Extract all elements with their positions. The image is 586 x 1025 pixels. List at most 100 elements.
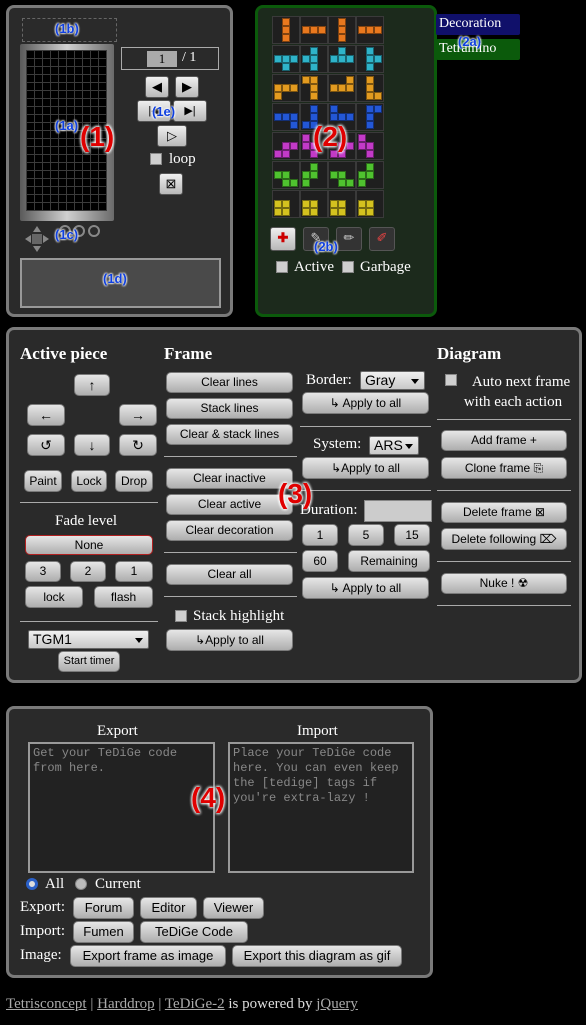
palette-piece-cell[interactable] xyxy=(356,161,384,189)
piece-block xyxy=(330,208,338,216)
stack-highlight-checkbox[interactable] xyxy=(175,610,187,622)
tab-decoration[interactable]: Decoration xyxy=(436,14,520,35)
palette-piece-cell[interactable] xyxy=(356,190,384,218)
fade-2-button[interactable]: 2 xyxy=(70,561,106,582)
fade-1-button[interactable]: 1 xyxy=(115,561,153,582)
palette-piece-cell[interactable] xyxy=(272,16,300,44)
system-apply-button[interactable]: ↳Apply to all xyxy=(302,457,429,479)
delete-frame-button[interactable]: Delete frame ⊠ xyxy=(441,502,567,523)
palette-piece-cell[interactable] xyxy=(300,16,328,44)
rotate-ccw-button[interactable]: ↺ xyxy=(27,434,65,456)
palette-piece-cell[interactable] xyxy=(328,74,356,102)
palette-piece-cell[interactable] xyxy=(356,132,384,160)
palette-piece-cell[interactable] xyxy=(272,45,300,73)
delete-following-button[interactable]: Delete following ⌦ xyxy=(441,528,567,550)
duration-60-button[interactable]: 60 xyxy=(302,550,338,572)
move-right-button[interactable]: → xyxy=(119,404,157,426)
add-frame-button[interactable]: Add frame + xyxy=(441,430,567,451)
next-frame-button[interactable]: ▶ xyxy=(175,76,199,98)
footer-link-harddrop[interactable]: Harddrop xyxy=(97,996,154,1012)
rotate-cw-button[interactable]: ↻ xyxy=(119,434,157,456)
move-tool-icon[interactable]: ✚ xyxy=(270,227,296,251)
border-apply-button[interactable]: ↳ Apply to all xyxy=(302,392,429,414)
clear-stack-lines-button[interactable]: Clear & stack lines xyxy=(166,424,293,445)
clear-lines-button[interactable]: Clear lines xyxy=(166,372,293,393)
duration-15-button[interactable]: 15 xyxy=(394,524,430,546)
import-tedige-button[interactable]: TeDiGe Code xyxy=(140,921,248,943)
import-textarea[interactable]: Place your TeDiGe code here. You can eve… xyxy=(228,742,414,873)
palette-piece-cell[interactable] xyxy=(356,45,384,73)
last-frame-button[interactable]: ▶| xyxy=(173,100,207,122)
duration-5-button[interactable]: 5 xyxy=(348,524,384,546)
nuke-button[interactable]: Nuke ! ☢ xyxy=(441,573,567,594)
palette-piece-cell[interactable] xyxy=(272,190,300,218)
prev-frame-button[interactable]: ◀ xyxy=(145,76,169,98)
palette-piece-cell[interactable] xyxy=(272,161,300,189)
palette-piece-cell[interactable] xyxy=(328,190,356,218)
piece-block xyxy=(358,171,366,179)
export-forum-button[interactable]: Forum xyxy=(73,897,134,919)
palette-piece-cell[interactable] xyxy=(328,45,356,73)
piece-block xyxy=(330,105,338,113)
export-current-radio[interactable] xyxy=(75,878,87,890)
fade-flash-button[interactable]: flash xyxy=(94,586,153,608)
start-timer-button[interactable]: Start timer xyxy=(58,651,120,672)
duration-input[interactable] xyxy=(364,500,432,522)
timer-select[interactable]: TGM1 xyxy=(28,630,149,649)
play-button[interactable]: ▷ xyxy=(157,125,187,147)
border-select[interactable]: Gray xyxy=(360,371,425,390)
fade-none-button[interactable]: None xyxy=(25,535,153,555)
palette-piece-cell[interactable] xyxy=(356,103,384,131)
palette-piece-cell[interactable] xyxy=(356,74,384,102)
clear-inactive-button[interactable]: Clear inactive xyxy=(166,468,293,489)
palette-piece-cell[interactable] xyxy=(300,190,328,218)
export-editor-button[interactable]: Editor xyxy=(140,897,197,919)
lock-button[interactable]: Lock xyxy=(71,470,107,492)
stack-highlight-apply-button[interactable]: ↳Apply to all xyxy=(166,629,293,651)
duration-apply-button[interactable]: ↳ Apply to all xyxy=(302,577,429,599)
duration-remaining-button[interactable]: Remaining xyxy=(348,550,430,572)
clear-all-button[interactable]: Clear all xyxy=(166,564,293,585)
footer-link-tedige[interactable]: TeDiGe-2 xyxy=(165,996,225,1012)
move-up-button[interactable]: ↑ xyxy=(74,374,110,396)
export-all-radio[interactable] xyxy=(26,878,38,890)
footer-link-tetrisconcept[interactable]: Tetrisconcept xyxy=(6,996,87,1012)
move-down-button[interactable]: ↓ xyxy=(74,434,110,456)
palette-piece-cell[interactable] xyxy=(328,161,356,189)
piece-block xyxy=(346,76,354,84)
export-image-button[interactable]: Export frame as image xyxy=(70,945,226,967)
footer-link-jquery[interactable]: jQuery xyxy=(316,996,358,1012)
palette-piece-cell[interactable] xyxy=(272,74,300,102)
palette-piece-cell[interactable] xyxy=(272,103,300,131)
clear-active-button[interactable]: Clear active xyxy=(166,494,293,515)
paint-button[interactable]: Paint xyxy=(24,470,62,492)
clear-decoration-button[interactable]: Clear decoration xyxy=(166,520,293,541)
frame-current-input[interactable]: 1 xyxy=(147,51,177,67)
loop-checkbox[interactable] xyxy=(150,153,162,165)
palette-piece-cell[interactable] xyxy=(272,132,300,160)
export-viewer-button[interactable]: Viewer xyxy=(203,897,264,919)
dpad-icon[interactable] xyxy=(23,224,51,254)
system-select[interactable]: ARS xyxy=(369,436,419,455)
import-fumen-button[interactable]: Fumen xyxy=(73,921,134,943)
active-checkbox[interactable] xyxy=(276,261,288,273)
move-left-button[interactable]: ← xyxy=(27,404,65,426)
export-gif-button[interactable]: Export this diagram as gif xyxy=(232,945,402,967)
palette-piece-cell[interactable] xyxy=(300,45,328,73)
garbage-checkbox[interactable] xyxy=(342,261,354,273)
stack-lines-button[interactable]: Stack lines xyxy=(166,398,293,419)
fade-3-button[interactable]: 3 xyxy=(25,561,61,582)
clone-frame-button[interactable]: Clone frame ⎘ xyxy=(441,457,567,479)
palette-piece-cell[interactable] xyxy=(328,16,356,44)
fade-lock-button[interactable]: lock xyxy=(25,586,83,608)
palette-piece-cell[interactable] xyxy=(300,74,328,102)
eraser-tool-icon[interactable]: ✐ xyxy=(369,227,395,251)
drop-button[interactable]: Drop xyxy=(115,470,153,492)
pencil-tool-icon[interactable]: ✏ xyxy=(336,227,362,251)
palette-piece-cell[interactable] xyxy=(356,16,384,44)
export-textarea[interactable]: Get your TeDiGe code from here. xyxy=(28,742,215,873)
delete-viewer-button[interactable]: ⊠ xyxy=(159,173,183,195)
duration-1-button[interactable]: 1 xyxy=(302,524,338,546)
piece-block xyxy=(374,105,382,113)
palette-piece-cell[interactable] xyxy=(300,161,328,189)
